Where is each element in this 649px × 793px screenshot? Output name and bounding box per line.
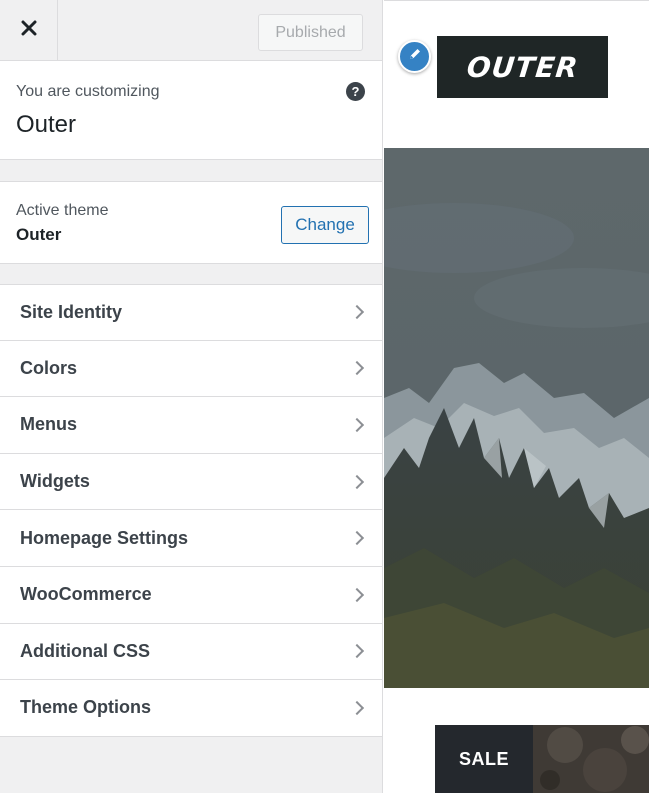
section-label: Menus xyxy=(20,414,78,435)
chevron-right-icon xyxy=(349,531,365,546)
sale-product-card[interactable]: SALE xyxy=(435,725,649,793)
edit-shortcut-button[interactable] xyxy=(398,40,431,73)
customizer-sections: Site Identity Colors Menus Widgets Homep… xyxy=(0,284,382,737)
section-widgets[interactable]: Widgets xyxy=(0,454,382,511)
active-theme-name: Outer xyxy=(16,225,62,244)
customizer-sidebar: Published You are customizing Outer ? Ac… xyxy=(0,0,383,793)
chevron-right-icon xyxy=(349,700,365,716)
site-logo[interactable]: OUTER xyxy=(437,36,608,98)
change-theme-button[interactable]: Change xyxy=(281,206,369,244)
section-label: Widgets xyxy=(20,471,90,492)
hero-image xyxy=(384,148,649,688)
chevron-right-icon xyxy=(349,361,365,376)
section-label: Additional CSS xyxy=(20,640,150,661)
section-colors[interactable]: Colors xyxy=(0,341,382,398)
section-label: Colors xyxy=(20,357,78,378)
chevron-right-icon xyxy=(349,474,365,489)
section-label: Theme Options xyxy=(20,697,152,718)
customizing-label: You are customizing xyxy=(16,83,160,100)
active-theme-label: Active theme xyxy=(16,202,109,219)
chevron-right-icon xyxy=(349,644,365,659)
published-button[interactable]: Published xyxy=(258,14,363,51)
site-preview: OUTER SALE xyxy=(384,0,649,793)
active-theme-panel: Active theme Outer Change xyxy=(0,181,382,264)
logo-text: OUTER xyxy=(465,50,580,84)
close-button[interactable] xyxy=(0,0,58,60)
section-label: WooCommerce xyxy=(20,584,152,605)
preview-divider xyxy=(384,0,649,1)
chevron-right-icon xyxy=(349,305,365,320)
sale-badge: SALE xyxy=(435,725,533,793)
close-icon xyxy=(21,20,37,41)
customizing-info: You are customizing Outer ? xyxy=(0,61,382,160)
customizer-header: Published xyxy=(0,0,382,61)
section-homepage-settings[interactable]: Homepage Settings xyxy=(0,510,382,567)
section-woocommerce[interactable]: WooCommerce xyxy=(0,567,382,624)
section-menus[interactable]: Menus xyxy=(0,397,382,454)
chevron-right-icon xyxy=(349,417,365,433)
section-theme-options[interactable]: Theme Options xyxy=(0,680,382,737)
section-additional-css[interactable]: Additional CSS xyxy=(0,624,382,681)
section-label: Homepage Settings xyxy=(20,527,189,548)
section-label: Site Identity xyxy=(20,301,123,322)
question-circle-icon[interactable]: ? xyxy=(346,82,365,101)
chevron-right-icon xyxy=(349,587,365,602)
pencil-icon xyxy=(407,46,423,67)
site-title: Outer xyxy=(16,111,77,138)
section-site-identity[interactable]: Site Identity xyxy=(0,284,382,341)
